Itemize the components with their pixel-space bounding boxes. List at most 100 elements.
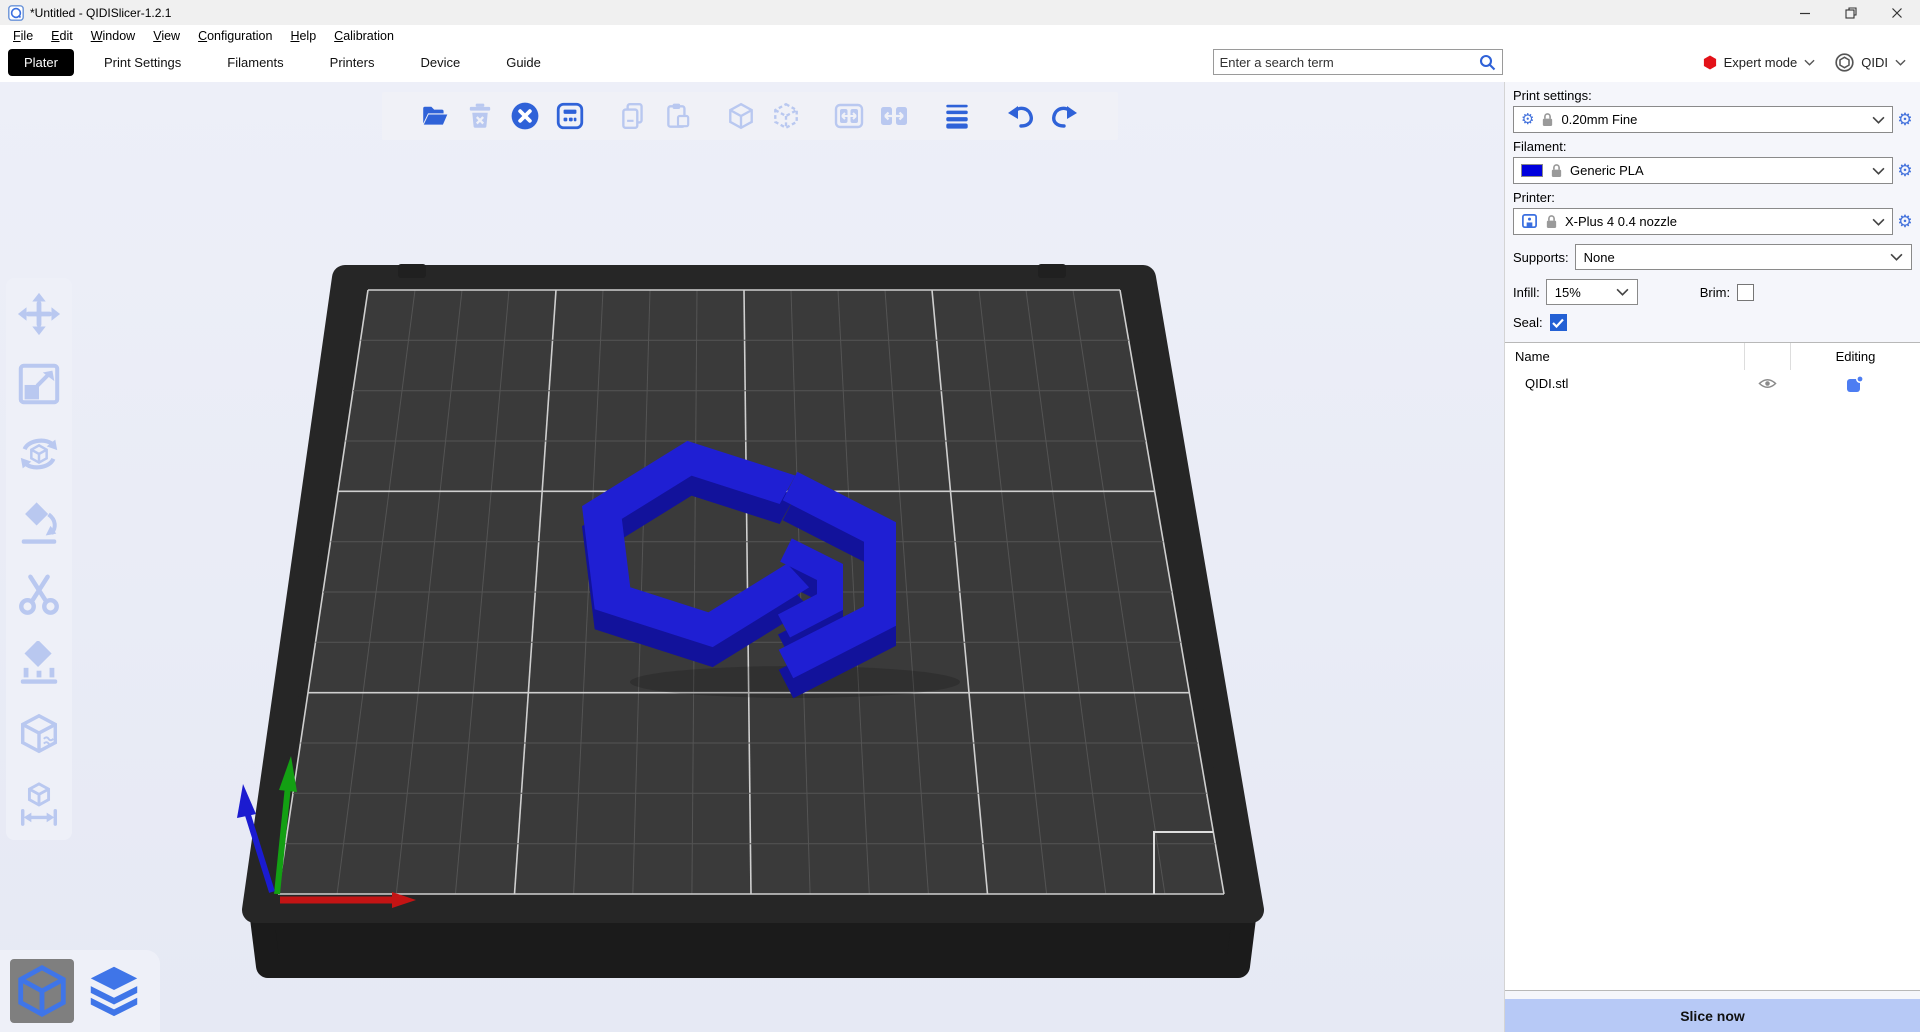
menu-calibration[interactable]: Calibration xyxy=(325,27,403,45)
tab-print-settings[interactable]: Print Settings xyxy=(88,49,197,76)
delete-all-button[interactable] xyxy=(507,98,543,134)
variable-layer-height-button[interactable] xyxy=(939,98,975,134)
chevron-down-icon xyxy=(1872,218,1885,226)
brim-label: Brim: xyxy=(1700,285,1730,300)
object-list: Name Editing QIDI.stl xyxy=(1505,342,1920,991)
printer-gear-button[interactable]: ⚙ xyxy=(1893,212,1917,232)
filament-label: Filament: xyxy=(1513,139,1912,154)
bed-side xyxy=(262,918,1244,966)
search-box[interactable] xyxy=(1213,49,1503,75)
mode-label: Expert mode xyxy=(1724,55,1798,70)
lock-icon xyxy=(1545,214,1558,229)
split-to-objects-button[interactable] xyxy=(831,98,867,134)
seam-button[interactable] xyxy=(15,710,63,758)
search-input[interactable] xyxy=(1220,55,1479,70)
infill-select[interactable]: 15% xyxy=(1546,279,1638,305)
add-instance-button[interactable] xyxy=(723,98,759,134)
redo-button[interactable] xyxy=(1047,98,1083,134)
minimize-icon xyxy=(1799,7,1811,19)
place-on-face-icon xyxy=(16,501,62,547)
arrange-icon xyxy=(555,101,585,131)
editor-view-button[interactable] xyxy=(10,959,74,1023)
seal-checkbox[interactable] xyxy=(1550,314,1567,331)
place-on-face-button[interactable] xyxy=(15,500,63,548)
account-menu[interactable]: QIDI xyxy=(1835,53,1906,72)
title-bar: *Untitled - QIDISlicer-1.2.1 xyxy=(0,0,1920,25)
filament-combo[interactable]: Generic PLA xyxy=(1513,157,1893,184)
infill-value: 15% xyxy=(1555,285,1581,300)
scale-icon xyxy=(16,361,62,407)
move-icon xyxy=(16,291,62,337)
lock-icon xyxy=(1541,112,1554,127)
move-button[interactable] xyxy=(15,290,63,338)
infill-label: Infill: xyxy=(1513,285,1540,300)
tab-bar: Plater Print Settings Filaments Printers… xyxy=(0,46,1920,82)
gear-icon: ⚙ xyxy=(1521,112,1534,127)
supports-select[interactable]: None xyxy=(1575,244,1912,270)
paint-supports-button[interactable] xyxy=(15,640,63,688)
tab-plater[interactable]: Plater xyxy=(8,49,74,76)
printer-combo[interactable]: X-Plus 4 0.4 nozzle xyxy=(1513,208,1893,235)
rotate-button[interactable] xyxy=(15,430,63,478)
split-to-parts-button[interactable] xyxy=(876,98,912,134)
open-folder-icon xyxy=(420,101,450,131)
preview-view-button[interactable] xyxy=(82,959,146,1023)
undo-button[interactable] xyxy=(1002,98,1038,134)
measure-button[interactable] xyxy=(15,780,63,828)
print-settings-combo[interactable]: ⚙ 0.20mm Fine xyxy=(1513,106,1893,133)
object-name: QIDI.stl xyxy=(1505,376,1744,391)
copy-button[interactable] xyxy=(615,98,651,134)
column-name: Name xyxy=(1505,349,1744,364)
rotate-icon xyxy=(16,431,62,477)
filament-gear-button[interactable]: ⚙ xyxy=(1893,161,1917,181)
tab-device[interactable]: Device xyxy=(404,49,476,76)
plater-3d-viewport[interactable] xyxy=(0,82,1504,1032)
slice-now-button[interactable]: Slice now xyxy=(1505,999,1920,1032)
restore-button[interactable] xyxy=(1828,0,1874,25)
printer-label: Printer: xyxy=(1513,190,1912,205)
paste-button[interactable] xyxy=(660,98,696,134)
print-settings-label: Print settings: xyxy=(1513,88,1912,103)
editing-button[interactable] xyxy=(1790,375,1920,393)
object-list-header: Name Editing xyxy=(1505,343,1920,370)
scale-button[interactable] xyxy=(15,360,63,408)
gizmo-toolbar xyxy=(6,278,72,840)
window-title: *Untitled - QIDISlicer-1.2.1 xyxy=(30,6,171,20)
visibility-toggle[interactable] xyxy=(1744,377,1790,390)
view-mode-switch xyxy=(0,950,160,1032)
menu-view[interactable]: View xyxy=(144,27,189,45)
chevron-down-icon xyxy=(1616,288,1629,296)
mode-selector[interactable]: Expert mode xyxy=(1703,55,1816,70)
supports-value: None xyxy=(1584,250,1615,265)
printer-icon xyxy=(1521,213,1538,230)
menu-window[interactable]: Window xyxy=(82,27,144,45)
open-button[interactable] xyxy=(417,98,453,134)
search-icon xyxy=(1479,54,1496,71)
filament-color-swatch xyxy=(1521,164,1543,177)
close-button[interactable] xyxy=(1874,0,1920,25)
remove-instance-button[interactable] xyxy=(768,98,804,134)
menu-configuration[interactable]: Configuration xyxy=(189,27,281,45)
brim-checkbox[interactable] xyxy=(1737,284,1754,301)
arrange-button[interactable] xyxy=(552,98,588,134)
menu-file[interactable]: File xyxy=(4,27,42,45)
cut-scissors-icon xyxy=(16,571,62,617)
chevron-down-icon xyxy=(1895,59,1906,66)
measure-icon xyxy=(16,781,62,827)
cut-button[interactable] xyxy=(15,570,63,618)
sidebar: Print settings: ⚙ 0.20mm Fine ⚙ Filament… xyxy=(1504,82,1920,1032)
tab-guide[interactable]: Guide xyxy=(490,49,557,76)
tab-printers[interactable]: Printers xyxy=(314,49,391,76)
restore-icon xyxy=(1845,7,1857,19)
redo-icon xyxy=(1050,101,1080,131)
menu-help[interactable]: Help xyxy=(281,27,325,45)
tab-filaments[interactable]: Filaments xyxy=(211,49,299,76)
layers-icon xyxy=(942,101,972,131)
delete-button[interactable] xyxy=(462,98,498,134)
object-row[interactable]: QIDI.stl xyxy=(1505,370,1920,397)
print-settings-gear-button[interactable]: ⚙ xyxy=(1893,110,1917,130)
minimize-button[interactable] xyxy=(1782,0,1828,25)
menu-edit[interactable]: Edit xyxy=(42,27,82,45)
split-to-objects-icon xyxy=(834,101,864,131)
chevron-down-icon xyxy=(1890,253,1903,261)
